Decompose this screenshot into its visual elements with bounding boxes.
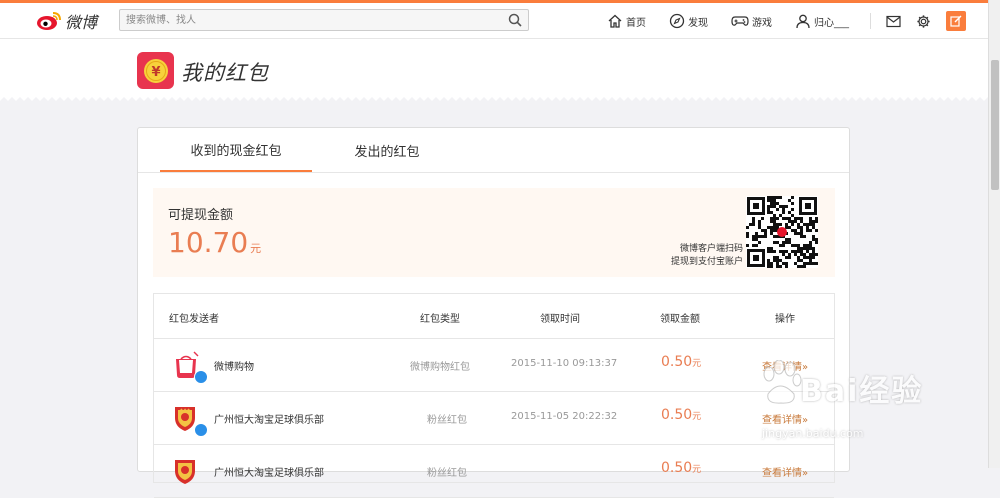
settings-button[interactable]: [914, 12, 932, 30]
compose-button[interactable]: [946, 11, 966, 31]
coin-icon: ¥: [143, 58, 168, 83]
search-box[interactable]: [119, 9, 529, 31]
qr-instructions: 微博客户端扫码 提现到支付宝账户: [671, 243, 743, 269]
tab-sent[interactable]: 发出的红包: [322, 128, 452, 172]
watermark-url: jingyan.baidu.com: [762, 427, 864, 440]
tab-bar: 收到的现金红包 发出的红包: [138, 128, 849, 173]
table-header: 红包发送者 红包类型 领取时间 领取金额 操作: [154, 294, 834, 339]
gamepad-icon: [731, 16, 749, 26]
nav-games[interactable]: 游戏: [731, 11, 772, 31]
row-amount-unit: 元: [692, 465, 702, 475]
paw-icon: [763, 360, 802, 404]
row-type: 粉丝红包: [427, 415, 467, 426]
view-details-link[interactable]: 查看详情»: [762, 464, 808, 479]
logo-text: 微博: [65, 13, 98, 32]
table-row: 微博购物 微博购物红包 2015-11-10 09:13:37 0.50元 查看…: [154, 338, 834, 392]
header-amount: 领取金额: [660, 314, 700, 325]
balance-panel: 可提现金额 10.70 元 微博客户端扫码 提现到支付宝账户: [153, 188, 835, 277]
hongbao-card: 收到的现金红包 发出的红包 可提现金额 10.70 元 微博客户端扫码 提现到支付…: [137, 127, 850, 498]
row-sender[interactable]: 微博购物: [214, 358, 254, 373]
balance-value: 10.70: [168, 226, 249, 259]
nav-discover-label: 发现: [688, 17, 708, 29]
scrollbar-thumb[interactable]: [991, 60, 999, 190]
row-amount-value: 0.50: [661, 407, 693, 423]
nav-user-profile[interactable]: 归心___: [795, 11, 849, 31]
nav-home[interactable]: 首页: [607, 11, 646, 31]
header-sender: 红包发送者: [169, 314, 219, 325]
row-amount: 0.50元: [661, 407, 701, 423]
gear-icon: [916, 14, 930, 28]
row-time: 2015-11-05 20:22:32: [511, 411, 618, 422]
table-row: ★★★ 广州恒大淘宝足球俱乐部 粉丝红包 2015-11-05 20:22:32…: [154, 391, 834, 445]
header-type: 红包类型: [420, 314, 460, 325]
verified-badge-icon: [194, 370, 208, 384]
balance-label: 可提现金额: [168, 208, 234, 223]
compass-icon: [669, 13, 685, 29]
nav-discover[interactable]: 发现: [669, 11, 708, 31]
qr-line-1: 微博客户端扫码: [679, 244, 743, 254]
mail-icon: [885, 15, 901, 27]
home-icon: [608, 14, 622, 28]
hongbao-table: 红包发送者 红包类型 领取时间 领取金额 操作 微博购物 微博购物红包 2015…: [153, 293, 835, 498]
balance-amount: 10.70 元: [168, 226, 261, 259]
row-sender[interactable]: 广州恒大淘宝足球俱乐部: [214, 411, 324, 426]
weibo-logo[interactable]: 微博: [36, 9, 97, 33]
vertical-scrollbar[interactable]: [988, 0, 1000, 468]
search-icon[interactable]: [508, 13, 522, 27]
verified-badge-icon: [194, 423, 208, 437]
table-row: 广州恒大淘宝足球俱乐部 粉丝红包 0.50元 查看详情»: [154, 444, 834, 498]
row-amount: 0.50元: [661, 354, 701, 370]
header-time: 领取时间: [540, 314, 580, 325]
header-action: 操作: [775, 314, 795, 325]
hongbao-icon: ¥: [137, 52, 174, 89]
baidu-jingyan-watermark: Bai经验 jingyan.baidu.com: [760, 360, 990, 460]
nav-user-label: 归心___: [814, 17, 849, 29]
weibo-eye-icon: [37, 12, 61, 30]
tab-received-cash[interactable]: 收到的现金红包: [160, 128, 312, 172]
watermark-text: Bai经验: [800, 374, 924, 409]
qr-code-icon: [746, 196, 818, 268]
row-amount-value: 0.50: [661, 354, 693, 370]
user-icon: [796, 14, 810, 29]
zigzag-divider: [0, 97, 988, 109]
row-amount-unit: 元: [692, 359, 702, 369]
row-amount-unit: 元: [692, 412, 702, 422]
club-crest-icon[interactable]: [170, 456, 200, 486]
nav-games-label: 游戏: [752, 17, 772, 29]
qr-line-2: 提现到支付宝账户: [670, 257, 743, 267]
row-type: 粉丝红包: [427, 468, 467, 479]
row-type: 微博购物红包: [410, 362, 470, 373]
compose-icon: [950, 15, 962, 27]
row-time: 2015-11-10 09:13:37: [511, 358, 618, 369]
top-navigation-bar: 微博 首页 发现 游戏: [0, 3, 988, 39]
svg-text:★★★: ★★★: [180, 407, 191, 412]
balance-unit: 元: [250, 242, 262, 255]
row-amount-value: 0.50: [661, 460, 693, 476]
search-input[interactable]: [120, 10, 512, 30]
coin-symbol: ¥: [151, 65, 160, 80]
page-title: 我的红包: [181, 61, 269, 85]
nav-home-label: 首页: [626, 17, 646, 29]
messages-button[interactable]: [884, 12, 902, 30]
row-amount: 0.50元: [661, 460, 701, 476]
nav-divider: [870, 13, 871, 29]
row-sender[interactable]: 广州恒大淘宝足球俱乐部: [214, 464, 324, 479]
